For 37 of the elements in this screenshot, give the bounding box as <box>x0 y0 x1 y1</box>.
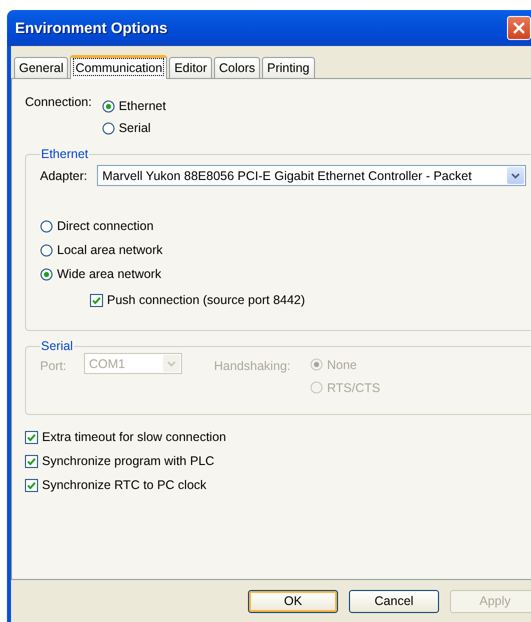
radio-button[interactable] <box>102 100 115 112</box>
radio-button[interactable] <box>102 122 115 134</box>
dialog-button[interactable]: Cancel <box>349 590 439 612</box>
checkbox[interactable] <box>90 294 103 306</box>
adapter-dropdown[interactable]: Marvell Yukon 88E8056 PCI-E Gigabit Ethernet Controller - Packet <box>97 165 526 186</box>
tab[interactable]: General <box>14 57 68 78</box>
tab[interactable]: Printing <box>262 57 314 78</box>
group-title: Serial <box>40 339 74 353</box>
tab[interactable]: Colors <box>214 57 260 78</box>
tab[interactable]: Editor <box>169 57 212 78</box>
checkbox-label: Synchronize RTC to PC clock <box>42 478 206 492</box>
checkbox[interactable] <box>25 478 38 492</box>
tab[interactable]: Communication <box>70 55 168 79</box>
checkbox-label: Synchronize program with PLC <box>42 454 214 468</box>
window-title: Environment Options <box>15 20 168 36</box>
radio-label: None <box>327 358 357 372</box>
radio-button[interactable] <box>40 244 53 256</box>
checkbox[interactable] <box>25 430 38 444</box>
dialog-button[interactable]: OK <box>248 590 338 612</box>
checkbox-label: Push connection (source port 8442) <box>107 293 306 307</box>
close-button[interactable] <box>507 16 531 40</box>
checkbox-label: Extra timeout for slow connection <box>42 430 226 444</box>
radio-label: Serial <box>118 121 151 135</box>
radio-label: Wide area network <box>57 267 162 281</box>
radio-label: Ethernet <box>118 99 166 113</box>
port-label: Port: <box>40 359 68 373</box>
connection-label: Connection: <box>25 95 92 111</box>
radio-label: RTS/CTS <box>327 380 380 394</box>
radio-button[interactable] <box>40 220 53 232</box>
adapter-label: Adapter: <box>40 168 88 182</box>
group-title: Ethernet <box>40 147 90 161</box>
close-icon <box>512 21 526 35</box>
checkbox[interactable] <box>25 454 38 468</box>
radio-label: Local area network <box>57 243 163 257</box>
radio-button[interactable] <box>40 268 53 280</box>
handshaking-label: Handshaking: <box>214 359 292 373</box>
radio-label: Direct connection <box>57 219 154 233</box>
